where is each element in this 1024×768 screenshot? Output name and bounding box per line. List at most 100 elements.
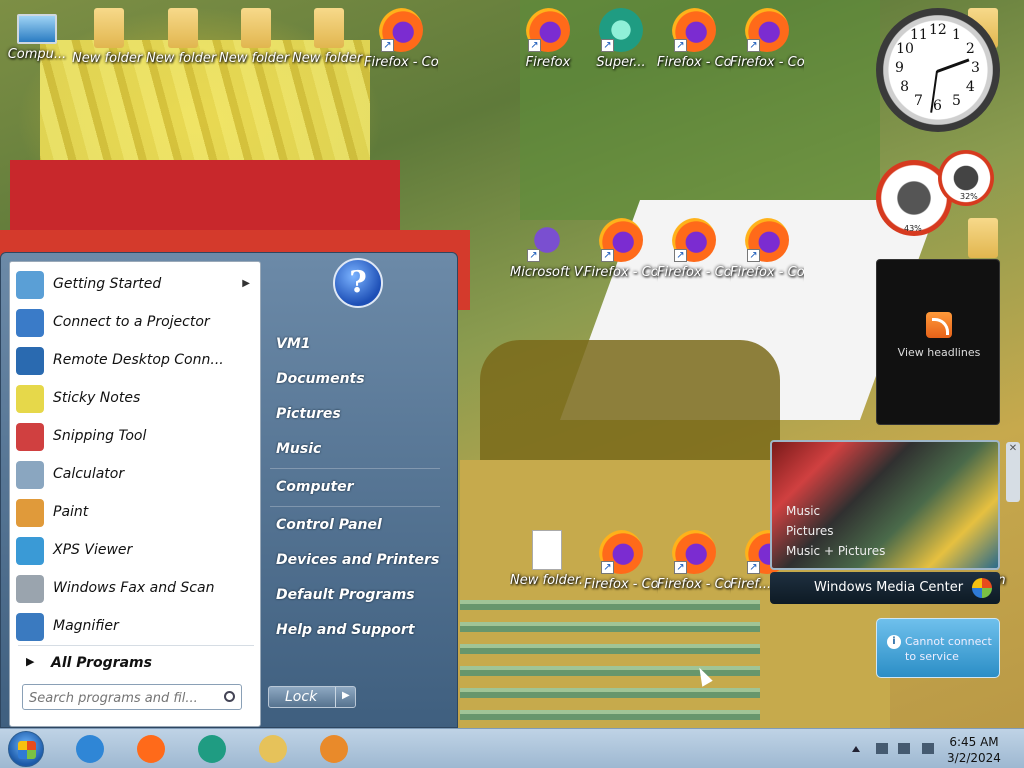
desktop-icon-vs[interactable]: ↗ Microsoft Visual ... [510, 218, 584, 283]
shortcut-arrow-icon: ↗ [381, 39, 394, 52]
desktop-icon-teal[interactable]: ↗ Super... [584, 8, 658, 73]
clock-number: 8 [900, 79, 909, 95]
media-pictures-item[interactable]: Pictures [786, 524, 834, 538]
desktop-icon-computer[interactable]: Compu... [0, 8, 74, 65]
desktop-icon-folder[interactable]: New folder ... [72, 8, 146, 69]
desktop-icon-firefox[interactable]: ↗ Firefox [511, 8, 585, 73]
file-icon [532, 530, 562, 570]
desktop-icon-file[interactable]: New folder.7z [510, 530, 584, 591]
desktop-icon-firefox[interactable]: ↗ Firefox - Copy (... [657, 218, 731, 283]
volume-icon[interactable] [922, 743, 934, 754]
submenu-arrow-icon: ▶ [242, 278, 250, 289]
network-icon[interactable] [898, 743, 910, 754]
media-music-pictures-item[interactable]: Music + Pictures [786, 544, 885, 558]
start-item-sticky-notes[interactable]: Sticky Notes [10, 380, 260, 418]
cpu-meter-gadget[interactable]: 43% 32% [876, 150, 1000, 240]
desktop-icon-firefox[interactable]: ↗ Firefox - Copy (... [584, 218, 658, 283]
clock-number: 3 [971, 60, 980, 76]
gadget-close-icon[interactable]: ✕ [1006, 442, 1020, 502]
clock-number: 7 [914, 92, 923, 109]
desktop-icon-firefox[interactable]: ↗ Firefox - Copy (... [730, 8, 804, 73]
service-notification[interactable]: i Cannot connect to service [876, 618, 1000, 678]
lock-label: Lock [285, 689, 318, 705]
help-question-icon: ? [333, 258, 383, 308]
shortcut-arrow-icon: ↗ [527, 249, 540, 262]
clock-number: 6 [933, 98, 942, 114]
desktop-icon-firefox[interactable]: ↗ Firefox - Copy (... [730, 218, 804, 283]
media-music-item[interactable]: Music [786, 504, 820, 518]
start-place-default-programs[interactable]: Default Programs [276, 587, 415, 603]
power-options-arrow-icon[interactable]: ▶ [342, 690, 350, 701]
taskbar-media-player-button[interactable] [314, 733, 354, 765]
clock-number: 9 [895, 60, 904, 76]
start-item-remote-desktop[interactable]: Remote Desktop Conn... [10, 342, 260, 380]
firefox-icon: ↗ [379, 8, 423, 52]
firefox-icon: ↗ [599, 218, 643, 262]
lock-button[interactable]: Lock ▶ [268, 686, 356, 708]
desktop-icon-firefox[interactable]: ↗ Firefox - Copy (4) [657, 530, 731, 595]
computer-icon [17, 14, 57, 44]
triangle-right-icon: ▶ [26, 655, 35, 668]
start-item-projector[interactable]: Connect to a Projector [10, 304, 260, 342]
show-hidden-icons-icon[interactable] [852, 746, 860, 752]
fax-icon [16, 575, 44, 603]
desktop-icon-label: New folder ... [146, 51, 220, 66]
start-place-control-panel[interactable]: Control Panel [276, 517, 382, 533]
shortcut-arrow-icon: ↗ [674, 561, 687, 574]
start-item-fax[interactable]: Windows Fax and Scan [10, 570, 260, 608]
all-programs-button[interactable]: ▶ All Programs [10, 649, 260, 679]
taskbar-time: 6:45 AM [949, 735, 999, 749]
start-place-help-and-support[interactable]: Help and Support [276, 622, 415, 638]
desktop-icon-folder[interactable]: New folder ... [292, 8, 366, 69]
shortcut-arrow-icon: ↗ [601, 249, 614, 262]
start-item-calculator[interactable]: Calculator [10, 456, 260, 494]
start-button[interactable] [8, 731, 44, 767]
firefox-icon: ↗ [672, 530, 716, 574]
clock-gadget[interactable]: 12 1 2 3 4 5 6 7 8 9 10 11 [876, 8, 1000, 132]
memory-percent: 32% [960, 192, 978, 201]
start-item-magnifier[interactable]: Magnifier [10, 608, 260, 646]
firefox-icon [137, 735, 165, 763]
desktop-icon-folder[interactable]: New folder ... [146, 8, 220, 69]
taskbar: 6:45 AM 3/2/2024 [0, 728, 1024, 768]
start-menu: ▶ All Programs Getting Started ▶ Connect t… [0, 252, 458, 728]
folder-icon [241, 8, 271, 48]
start-place-documents[interactable]: Documents [276, 371, 365, 387]
desktop-icon-folder[interactable]: New folder ... [219, 8, 293, 69]
desktop-icon-firefox[interactable]: ↗ Firefox - Copy (7) [657, 8, 731, 73]
internet-explorer-icon [76, 735, 104, 763]
info-icon: i [887, 635, 901, 649]
start-place-pictures[interactable]: Pictures [276, 406, 341, 422]
desktop-icon-label: Firefox - Copy (... [657, 265, 731, 280]
desktop-icon-label: Firefox [525, 55, 571, 70]
desktop-icon-firefox[interactable]: ↗ Firefox - Copy (3) [584, 530, 658, 595]
magnifier-icon [16, 613, 44, 641]
start-item-getting-started[interactable]: Getting Started ▶ [10, 266, 260, 304]
clock-number: 11 [910, 27, 928, 44]
all-programs-label: All Programs [51, 655, 152, 671]
start-item-scissors[interactable]: Snipping Tool [10, 418, 260, 456]
media-center-titlebar[interactable]: Windows Media Center [770, 572, 1000, 604]
taskbar-internet-explorer-button[interactable] [70, 733, 110, 765]
feed-headlines-gadget[interactable]: View headlines [876, 259, 1000, 425]
start-place-vm1[interactable]: VM1 [276, 336, 311, 352]
start-search-box[interactable] [22, 684, 242, 710]
sticky-notes-icon [16, 385, 44, 413]
action-center-flag-icon[interactable] [876, 743, 888, 754]
start-place-computer[interactable]: Computer [276, 479, 354, 495]
media-center-title: Windows Media Center [814, 580, 964, 595]
taskbar-file-explorer-button[interactable] [253, 733, 293, 765]
start-menu-programs-pane: ▶ All Programs Getting Started ▶ Connect t… [9, 261, 261, 727]
start-item-xps-viewer[interactable]: XPS Viewer [10, 532, 260, 570]
media-center-gadget[interactable]: Music Pictures Music + Pictures [770, 440, 1000, 570]
start-item-label: Magnifier [53, 618, 119, 634]
start-place-devices-and-printers[interactable]: Devices and Printers [276, 552, 439, 568]
taskbar-teal-app-button[interactable] [192, 733, 232, 765]
taskbar-clock[interactable]: 6:45 AM 3/2/2024 [940, 734, 1008, 766]
desktop-icon-firefox[interactable]: ↗ Firefox - Copy (5) [364, 8, 438, 73]
view-headlines-label: View headlines [897, 346, 981, 359]
start-search-input[interactable] [29, 688, 215, 708]
start-item-paint-palette[interactable]: Paint [10, 494, 260, 532]
taskbar-firefox-button[interactable] [131, 733, 171, 765]
start-place-music[interactable]: Music [276, 441, 321, 457]
